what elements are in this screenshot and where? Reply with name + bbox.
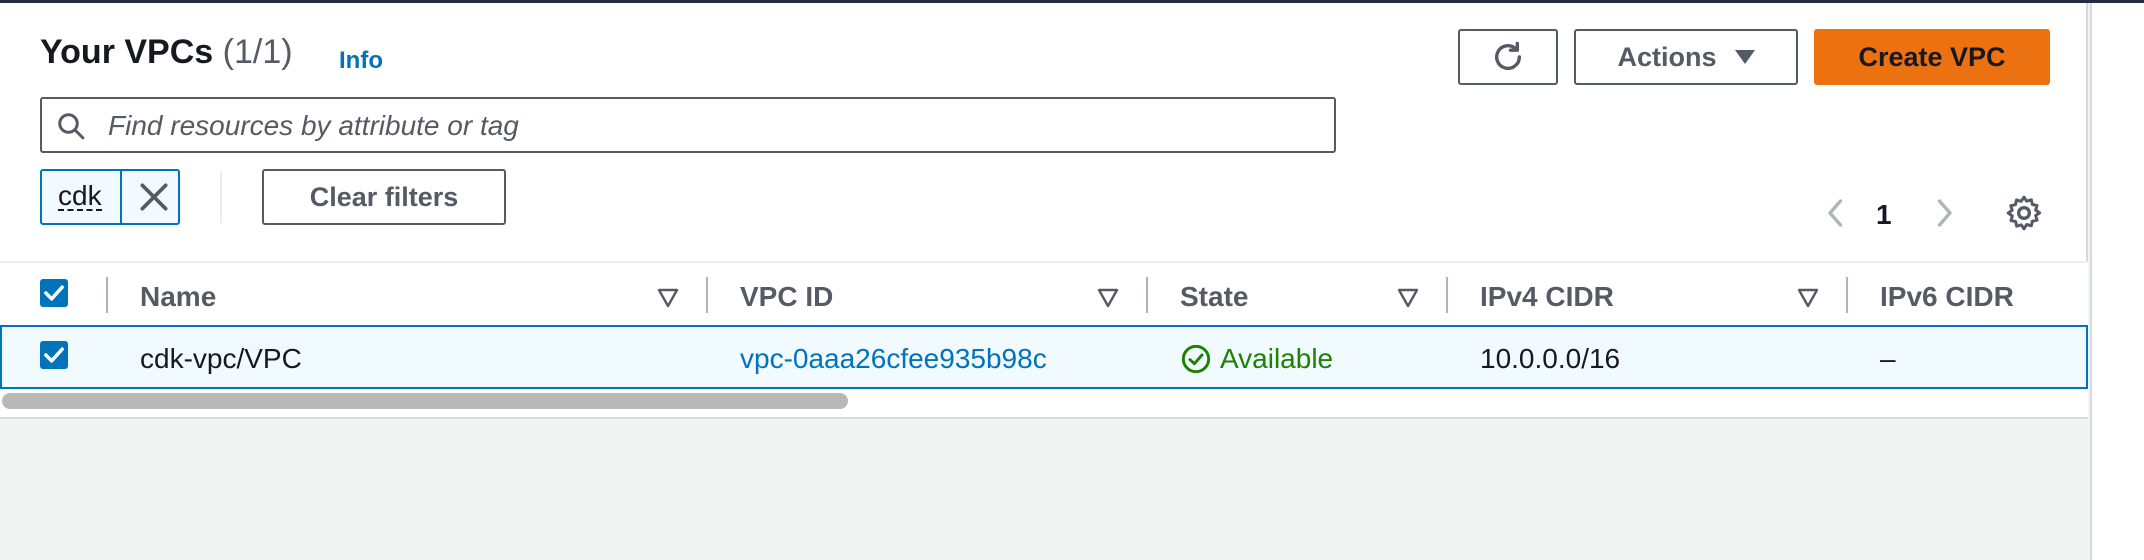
column-header-name[interactable]: Name: [140, 281, 216, 313]
scrollbar-thumb[interactable]: [2, 393, 848, 409]
column-header-ipv4-cidr[interactable]: IPv4 CIDR: [1480, 281, 1614, 313]
column-divider[interactable]: [1146, 277, 1148, 313]
chevron-left-icon[interactable]: [1818, 193, 1854, 233]
column-header-state[interactable]: State: [1180, 281, 1248, 313]
info-link[interactable]: Info: [339, 47, 383, 75]
actions-label: Actions: [1617, 41, 1717, 72]
close-icon[interactable]: [134, 177, 174, 217]
cell-state: Available: [1180, 343, 1333, 375]
filter-token-separator: [120, 171, 122, 223]
cell-ipv6-cidr: –: [1880, 343, 1896, 374]
sort-icon[interactable]: [1096, 287, 1120, 309]
refresh-button[interactable]: [1458, 29, 1558, 85]
check-circle-icon: [1181, 344, 1211, 374]
caret-down-icon: [1734, 50, 1755, 64]
chevron-right-icon[interactable]: [1926, 193, 1962, 233]
create-vpc-button[interactable]: Create VPC: [1814, 29, 2050, 85]
title-text: Your VPCs: [40, 33, 214, 71]
column-divider[interactable]: [1846, 277, 1848, 313]
column-divider[interactable]: [706, 277, 708, 313]
state-label: Available: [1220, 343, 1334, 374]
column-divider: [106, 277, 108, 313]
actions-button[interactable]: Actions: [1574, 29, 1798, 85]
sort-icon[interactable]: [656, 287, 680, 309]
gear-icon[interactable]: [2004, 193, 2044, 233]
table-bottom-border: [0, 409, 2088, 419]
cell-vpc-id-link[interactable]: vpc-0aaa26cfee935b98c: [740, 343, 1047, 375]
horizontal-scrollbar[interactable]: [0, 389, 2088, 409]
search-box[interactable]: [40, 97, 1336, 153]
search-input[interactable]: [106, 101, 1310, 151]
column-header-ipv6-cidr[interactable]: IPv6 CIDR: [1880, 281, 2014, 313]
select-all-checkbox[interactable]: [40, 279, 68, 307]
clear-filters-label: Clear filters: [309, 181, 459, 212]
filter-divider: [220, 171, 222, 223]
right-gutter-divider: [2090, 3, 2092, 560]
create-vpc-label: Create VPC: [1858, 41, 2006, 72]
search-icon: [58, 113, 85, 140]
checkmark-icon: [44, 285, 64, 301]
title-count: (1/1): [222, 33, 293, 71]
cell-name: cdk-vpc/VPC: [140, 343, 302, 374]
filter-token-label: cdk: [58, 180, 102, 211]
table-header: Name VPC ID State IPv4 CIDR IPv6 CIDR: [0, 261, 2088, 325]
sort-icon[interactable]: [1796, 287, 1820, 309]
clear-filters-button[interactable]: Clear filters: [262, 169, 506, 225]
vpc-table-container: Your VPCs (1/1) Info Actions Create VPC …: [0, 3, 2088, 419]
right-gutter: [2090, 3, 2144, 560]
row-checkbox[interactable]: [40, 341, 68, 369]
column-divider[interactable]: [1446, 277, 1448, 313]
filter-token: cdk: [40, 169, 180, 225]
sort-icon[interactable]: [1396, 287, 1420, 309]
page-title: Your VPCs (1/1): [40, 33, 293, 72]
table-row[interactable]: cdk-vpc/VPC vpc-0aaa26cfee935b98c Availa…: [0, 325, 2088, 389]
column-header-vpc-id[interactable]: VPC ID: [740, 281, 833, 313]
checkmark-icon: [44, 347, 64, 363]
refresh-icon: [1494, 41, 1522, 70]
current-page-number[interactable]: 1: [1876, 199, 1892, 231]
cell-ipv4-cidr: 10.0.0.0/16: [1480, 343, 1621, 374]
